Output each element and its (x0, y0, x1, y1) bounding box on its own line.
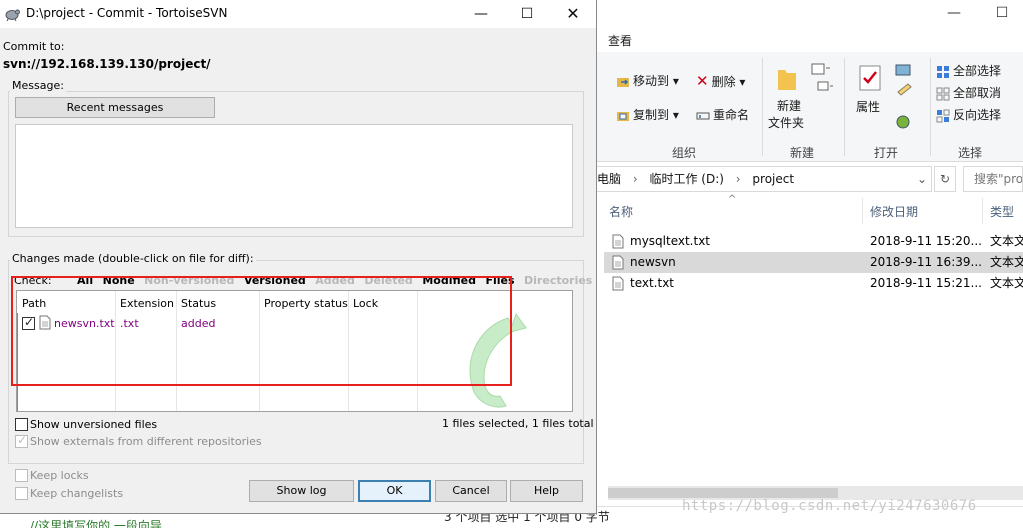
column-separator[interactable] (862, 198, 863, 224)
select-none-icon (936, 87, 950, 100)
keep-locks-label: Keep locks (30, 469, 89, 482)
file-row[interactable]: mysqltext.txt 2018-9-11 15:20... 文本文 (604, 231, 1023, 252)
ribbon-group-organize: 组织 (672, 146, 697, 160)
explorer-titlebar: — ☐ (596, 0, 1023, 28)
files-selected-status: 1 files selected, 1 files total (442, 417, 594, 430)
file-row[interactable]: newsvn 2018-9-11 16:39... 文本文 (604, 252, 1023, 273)
invert-selection-icon (936, 109, 950, 122)
explorer-maximize-button[interactable]: ☐ (982, 2, 1022, 24)
dialog-titlebar[interactable]: D:\project - Commit - TortoiseSVN — ☐ ✕ (0, 0, 596, 28)
ribbon-group-new: 新建 (790, 146, 815, 160)
highlight-rectangle (11, 276, 512, 386)
commit-to-url: svn://192.168.139.130/project/ (3, 57, 211, 71)
commit-dialog: D:\project - Commit - TortoiseSVN — ☐ ✕ … (0, 0, 597, 514)
keep-changelists-label: Keep changelists (30, 487, 124, 500)
changes-label: Changes made (double-click on file for d… (10, 252, 256, 265)
scrollbar-thumb[interactable] (608, 488, 838, 498)
invert-selection-button[interactable]: 反向选择 (936, 106, 1001, 123)
ribbon: 移动到 ▾ 复制到 ▾ ✕ 删除 ▾ 重命名 组织 新建 文件夹 新建 属性 打开… (596, 52, 1023, 162)
cancel-button[interactable]: Cancel (435, 480, 507, 502)
rename-button[interactable]: 重命名 (696, 106, 749, 123)
rename-icon (696, 112, 710, 119)
new-folder-icon (778, 70, 796, 90)
address-bar[interactable]: 电脑 › 临时工作 (D:) › project ⌄ (596, 166, 932, 192)
show-unversioned-label[interactable]: Show unversioned files (30, 418, 157, 431)
show-unversioned-checkbox[interactable] (15, 418, 28, 431)
show-externals-label: Show externals from different repositori… (30, 435, 262, 448)
breadcrumb-drive[interactable]: 临时工作 (D:) (649, 172, 723, 186)
breadcrumb-chevron-icon: › (632, 172, 638, 186)
minimize-button[interactable]: — (458, 0, 504, 28)
properties-button[interactable]: 属性 (856, 98, 880, 115)
show-log-button[interactable]: Show log (249, 480, 354, 502)
move-to-button[interactable]: 移动到 ▾ (616, 72, 679, 89)
explorer-minimize-button[interactable]: — (934, 2, 974, 24)
show-externals-checkbox: ✓ (15, 433, 28, 448)
ribbon-group-open: 打开 (874, 146, 899, 160)
delete-icon: ✕ (696, 72, 709, 90)
properties-icon (859, 65, 881, 91)
maximize-button[interactable]: ☐ (504, 0, 550, 28)
message-input[interactable] (15, 124, 573, 228)
copy-to-icon (617, 111, 629, 121)
close-button[interactable]: ✕ (550, 0, 596, 28)
column-separator[interactable] (982, 198, 983, 224)
breadcrumb-folder[interactable]: project (752, 172, 794, 186)
sort-up-icon: ^ (728, 194, 737, 205)
select-all-icon (937, 65, 949, 78)
recent-messages-button[interactable]: Recent messages (15, 97, 215, 118)
ribbon-separator (762, 58, 763, 156)
keep-locks-checkbox (15, 469, 28, 482)
ribbon-separator (844, 58, 845, 156)
breadcrumb-chevron-icon: › (735, 172, 741, 186)
address-dropdown-icon[interactable]: ⌄ (917, 167, 927, 191)
message-label: Message: (10, 79, 66, 92)
file-row[interactable]: text.txt 2018-9-11 15:21... 文本文 (604, 273, 1023, 294)
background-text: //这里填写你的 一段向导 (30, 519, 162, 528)
copy-to-button[interactable]: 复制到 ▾ (616, 106, 679, 123)
new-folder-button[interactable]: 新建 文件夹 (768, 98, 804, 132)
column-header-type[interactable]: 类型 (990, 203, 1014, 220)
select-all-button[interactable]: 全部选择 (936, 62, 1001, 79)
move-to-icon (617, 77, 629, 87)
open-tools-icon (895, 64, 912, 129)
new-item-icon (811, 63, 833, 91)
column-header-modified[interactable]: 修改日期 (870, 203, 918, 220)
check-link-directories: Directories (524, 274, 593, 287)
watermark: https://blog.csdn.net/yi247630676 (682, 498, 977, 514)
tortoisesvn-icon (5, 9, 20, 22)
help-button[interactable]: Help (510, 480, 583, 502)
refresh-icon[interactable]: ↻ (934, 166, 956, 192)
delete-button[interactable]: ✕ 删除 ▾ (696, 72, 745, 90)
ribbon-separator (930, 58, 931, 156)
commit-to-label: Commit to: (3, 40, 65, 53)
text-file-icon (612, 276, 624, 298)
search-input[interactable]: 搜索"pro (963, 166, 1023, 192)
ok-button[interactable]: OK (358, 480, 431, 502)
column-header-name[interactable]: 名称 (609, 203, 633, 220)
dialog-title: D:\project - Commit - TortoiseSVN (26, 6, 228, 20)
select-none-button[interactable]: 全部取消 (936, 84, 1001, 101)
keep-changelists-checkbox (15, 487, 28, 500)
ribbon-group-select: 选择 (958, 146, 983, 160)
ribbon-tab-view[interactable]: 查看 (608, 32, 632, 49)
